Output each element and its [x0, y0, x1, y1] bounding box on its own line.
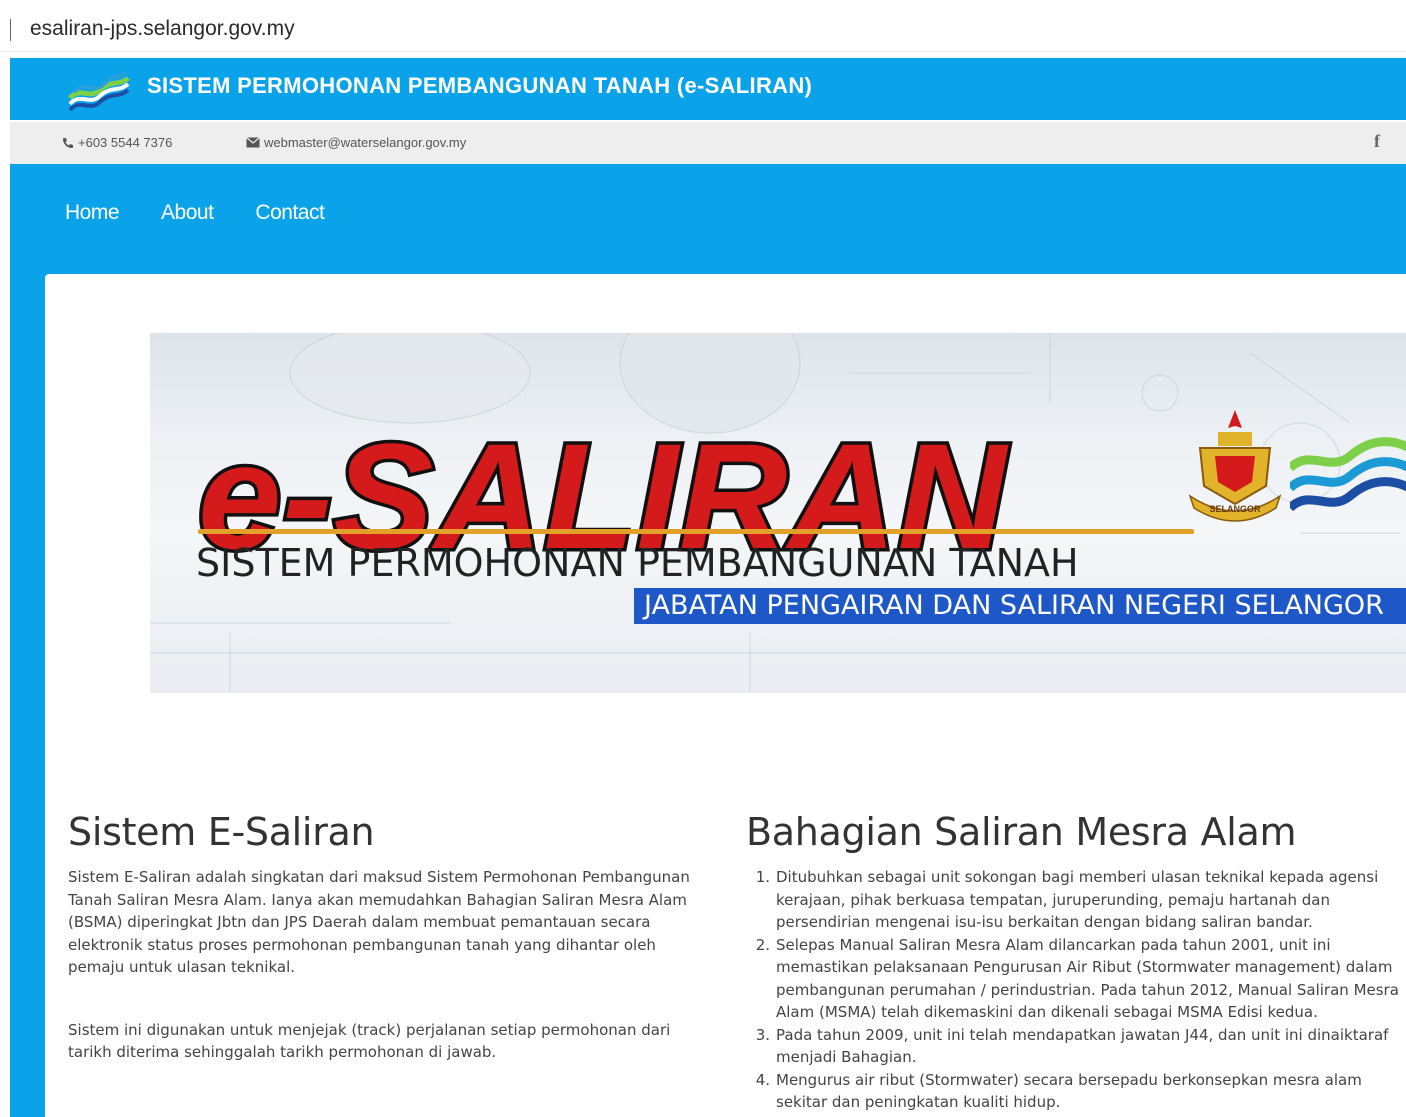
list-item: 2. Selepas Manual Saliran Mesra Alam dil… [746, 934, 1406, 1024]
text-caret [10, 19, 11, 41]
intro-paragraph: Sistem E-Saliran adalah singkatan dari m… [68, 868, 690, 976]
list-text: Selepas Manual Saliran Mesra Alam dilanc… [776, 935, 1399, 1022]
list-number: 3. [755, 1025, 770, 1044]
nav-contact[interactable]: Contact [255, 201, 324, 225]
selangor-crest-icon: SELANGOR [1188, 410, 1282, 522]
crest-label: SELANGOR [1209, 504, 1261, 514]
logo-underline [198, 529, 1194, 534]
list-text: Mengurus air ribut (Stormwater) secara b… [776, 1070, 1362, 1112]
phone-icon [63, 137, 73, 148]
bsma-list: 1. Ditubuhkan sebagai unit sokongan bagi… [746, 866, 1406, 1114]
site-header: SISTEM PERMOHONAN PEMBANGUNAN TANAH (e-S… [10, 58, 1406, 120]
nav-about[interactable]: About [161, 201, 214, 225]
sistem-esaliran-section: Sistem E-Saliran Sistem E-Saliran adalah… [68, 810, 708, 1064]
site-title[interactable]: SISTEM PERMOHONAN PEMBANGUNAN TANAH (e-S… [147, 73, 812, 99]
list-number: 4. [755, 1070, 770, 1089]
list-item: 4. Mengurus air ribut (Stormwater) secar… [746, 1069, 1406, 1114]
waves-emblem-icon [1290, 437, 1406, 512]
phone-number: +603 5544 7376 [78, 135, 173, 150]
browser-address-bar[interactable]: esaliran-jps.selangor.gov.my [0, 0, 1406, 52]
contact-bar: +603 5544 7376 webmaster@waterselangor.g… [10, 122, 1406, 164]
email-address[interactable]: webmaster@waterselangor.gov.my [264, 135, 466, 150]
nav-home[interactable]: Home [65, 201, 120, 225]
email-contact[interactable]: webmaster@waterselangor.gov.my [246, 135, 466, 150]
main-nav: Home About Contact [65, 201, 366, 225]
facebook-icon[interactable]: f [1374, 131, 1380, 152]
list-item: 1. Ditubuhkan sebagai unit sokongan bagi… [746, 866, 1406, 934]
list-number: 2. [755, 935, 770, 954]
phone-contact: +603 5544 7376 [62, 135, 172, 150]
section-heading: Bahagian Saliran Mesra Alam [746, 810, 1297, 854]
bsma-section: Bahagian Saliran Mesra Alam 1. Ditubuhka… [746, 810, 1406, 1114]
water-waves-logo-icon [68, 70, 130, 112]
department-label: JABATAN PENGAIRAN DAN SALIRAN NEGERI SEL… [634, 588, 1406, 624]
list-number: 1. [755, 868, 770, 886]
hero-banner: e-SALIRAN SISTEM PERMOHONAN PEMBANGUNAN … [150, 333, 1406, 693]
envelope-icon [246, 137, 260, 148]
list-text: Pada tahun 2009, unit ini telah mendapat… [776, 1025, 1389, 1067]
list-text: Ditubuhkan sebagai unit sokongan bagi me… [776, 868, 1379, 931]
tracking-paragraph: Sistem ini digunakan untuk menjejak (tra… [68, 1020, 671, 1062]
url-text[interactable]: esaliran-jps.selangor.gov.my [30, 17, 295, 41]
banner-subtitle: SISTEM PERMOHONAN PEMBANGUNAN TANAH [196, 541, 1079, 585]
list-item: 3. Pada tahun 2009, unit ini telah menda… [746, 1024, 1406, 1069]
section-heading: Sistem E-Saliran [68, 810, 375, 854]
